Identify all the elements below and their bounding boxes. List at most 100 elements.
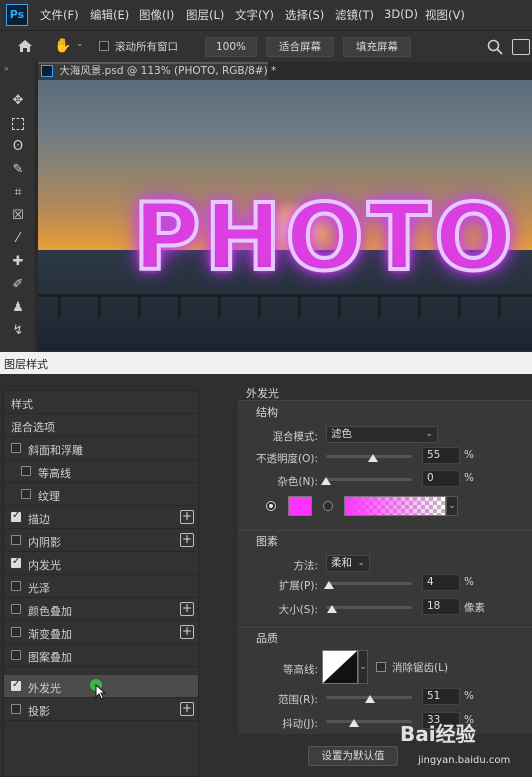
- blend-mode-select[interactable]: 滤色 ⌄: [326, 426, 438, 443]
- glow-color-swatch[interactable]: [288, 496, 312, 516]
- menu-image[interactable]: 图像(I): [139, 7, 174, 23]
- size-slider[interactable]: [326, 606, 412, 609]
- hand-tool-icon[interactable]: ✋: [54, 37, 72, 55]
- menu-view[interactable]: 视图(V): [425, 7, 465, 23]
- add-inner-shadow-button[interactable]: +: [180, 533, 194, 547]
- workspace-icon[interactable]: [512, 39, 530, 55]
- spread-slider[interactable]: [326, 582, 412, 585]
- pattern-overlay-checkbox[interactable]: [11, 650, 21, 660]
- stamp-tool-icon[interactable]: ♟: [9, 299, 27, 317]
- drop-shadow-checkbox[interactable]: [11, 704, 21, 714]
- list-item-styles[interactable]: 样式: [4, 391, 198, 414]
- contour-preview[interactable]: [322, 650, 358, 684]
- list-item-contour[interactable]: 等高线: [4, 460, 198, 483]
- list-item-blending-options[interactable]: 混合选项: [4, 414, 198, 437]
- list-item-inner-shadow[interactable]: 内阴影 +: [4, 529, 198, 552]
- list-item-label: 等高线: [38, 467, 71, 480]
- add-drop-shadow-button[interactable]: +: [180, 702, 194, 716]
- search-icon[interactable]: [486, 38, 504, 56]
- document-tab[interactable]: 大海风景.psd @ 113% (PHOTO, RGB/8#) *: [38, 62, 276, 80]
- spread-field[interactable]: 4: [422, 574, 460, 591]
- fit-screen-button[interactable]: 适合屏幕: [266, 37, 334, 57]
- crop-tool-icon[interactable]: ⌗: [9, 184, 27, 202]
- healing-brush-tool-icon[interactable]: ✚: [9, 253, 27, 271]
- technique-label: 方法:: [293, 560, 318, 572]
- menu-type[interactable]: 文字(Y): [235, 7, 274, 23]
- menu-select[interactable]: 选择(S): [285, 7, 324, 23]
- size-field[interactable]: 18: [422, 598, 460, 615]
- menu-layer[interactable]: 图层(L): [186, 7, 224, 23]
- menu-filter[interactable]: 滤镜(T): [335, 7, 374, 23]
- jitter-slider-thumb[interactable]: [349, 719, 360, 727]
- add-stroke-button[interactable]: +: [180, 510, 194, 524]
- quick-selection-tool-icon[interactable]: ✎: [9, 161, 27, 179]
- opacity-unit: %: [464, 449, 474, 461]
- technique-value: 柔和: [331, 557, 352, 569]
- list-item-drop-shadow[interactable]: 投影 +: [4, 698, 198, 721]
- technique-select[interactable]: 柔和 ⌄: [326, 555, 370, 572]
- menu-3d[interactable]: 3D(D): [384, 7, 418, 21]
- marquee-tool-icon[interactable]: [9, 115, 27, 133]
- opacity-field[interactable]: 55: [422, 447, 460, 464]
- outer-glow-checkbox[interactable]: [11, 679, 21, 691]
- opacity-label: 不透明度(O):: [256, 453, 318, 465]
- fill-screen-button[interactable]: 填充屏幕: [343, 37, 411, 57]
- home-icon[interactable]: [16, 37, 34, 55]
- spread-label: 扩展(P):: [278, 580, 318, 592]
- list-item-satin[interactable]: 光泽: [4, 575, 198, 598]
- chevron-down-icon: ⌄: [357, 558, 365, 568]
- inner-glow-checkbox[interactable]: [11, 556, 21, 568]
- antialias-label: 消除锯齿(L): [392, 662, 449, 674]
- bevel-emboss-checkbox[interactable]: [11, 443, 21, 453]
- noise-slider-thumb[interactable]: [321, 477, 331, 485]
- list-item-gradient-overlay[interactable]: 渐变叠加 +: [4, 621, 198, 644]
- canvas[interactable]: PHOTO: [38, 80, 532, 351]
- noise-slider[interactable]: [326, 478, 412, 481]
- set-default-button[interactable]: 设置为默认值: [308, 746, 398, 766]
- list-item-label: 斜面和浮雕: [28, 444, 83, 457]
- scroll-all-checkbox[interactable]: [99, 41, 109, 51]
- opacity-slider-thumb[interactable]: [368, 454, 379, 462]
- list-item-color-overlay[interactable]: 颜色叠加 +: [4, 598, 198, 621]
- texture-checkbox[interactable]: [21, 489, 31, 499]
- range-field[interactable]: 51: [422, 688, 460, 705]
- jitter-label: 抖动(J):: [282, 718, 318, 730]
- noise-label: 杂色(N):: [277, 476, 318, 488]
- add-gradient-overlay-button[interactable]: +: [180, 625, 194, 639]
- gradient-overlay-checkbox[interactable]: [11, 627, 21, 637]
- gradient-radio[interactable]: [323, 501, 333, 511]
- frame-tool-icon[interactable]: ☒: [9, 207, 27, 225]
- spread-slider-thumb[interactable]: [324, 581, 335, 589]
- list-item-inner-glow[interactable]: 内发光: [4, 552, 198, 575]
- contour-checkbox[interactable]: [21, 466, 31, 476]
- move-tool-icon[interactable]: ✥: [9, 92, 27, 110]
- list-item-outer-glow[interactable]: 外发光: [4, 675, 198, 700]
- list-item-bevel-emboss[interactable]: 斜面和浮雕: [4, 437, 198, 460]
- add-color-overlay-button[interactable]: +: [180, 602, 194, 616]
- list-item-label: 描边: [28, 513, 50, 526]
- menu-file[interactable]: 文件(F): [40, 7, 79, 23]
- list-item-texture[interactable]: 纹理: [4, 483, 198, 506]
- inner-shadow-checkbox[interactable]: [11, 535, 21, 545]
- gradient-dropdown-chevron-icon[interactable]: ⌄: [446, 496, 458, 516]
- zoom-100-button[interactable]: 100%: [205, 37, 257, 57]
- solid-color-radio[interactable]: [266, 501, 276, 511]
- lasso-tool-icon[interactable]: ʘ: [9, 138, 27, 156]
- glow-gradient-swatch[interactable]: [344, 496, 446, 516]
- satin-checkbox[interactable]: [11, 581, 21, 591]
- size-slider-thumb[interactable]: [327, 605, 338, 613]
- list-item-stroke[interactable]: 描边 +: [4, 506, 198, 529]
- range-slider-thumb[interactable]: [364, 695, 375, 703]
- expand-toolbar-icon[interactable]: »: [4, 64, 9, 73]
- history-brush-tool-icon[interactable]: ↯: [9, 322, 27, 340]
- list-item-pattern-overlay[interactable]: 图案叠加: [4, 644, 198, 667]
- chevron-down-icon[interactable]: ⌄: [76, 39, 84, 49]
- color-overlay-checkbox[interactable]: [11, 604, 21, 614]
- contour-dropdown-chevron-icon[interactable]: ⌄: [358, 650, 368, 684]
- menu-edit[interactable]: 编辑(E): [90, 7, 129, 23]
- eyedropper-tool-icon[interactable]: ⁄: [9, 230, 27, 248]
- noise-field[interactable]: 0: [422, 470, 460, 487]
- antialias-checkbox[interactable]: [376, 662, 386, 672]
- stroke-checkbox[interactable]: [11, 510, 21, 522]
- brush-tool-icon[interactable]: ✐: [9, 276, 27, 294]
